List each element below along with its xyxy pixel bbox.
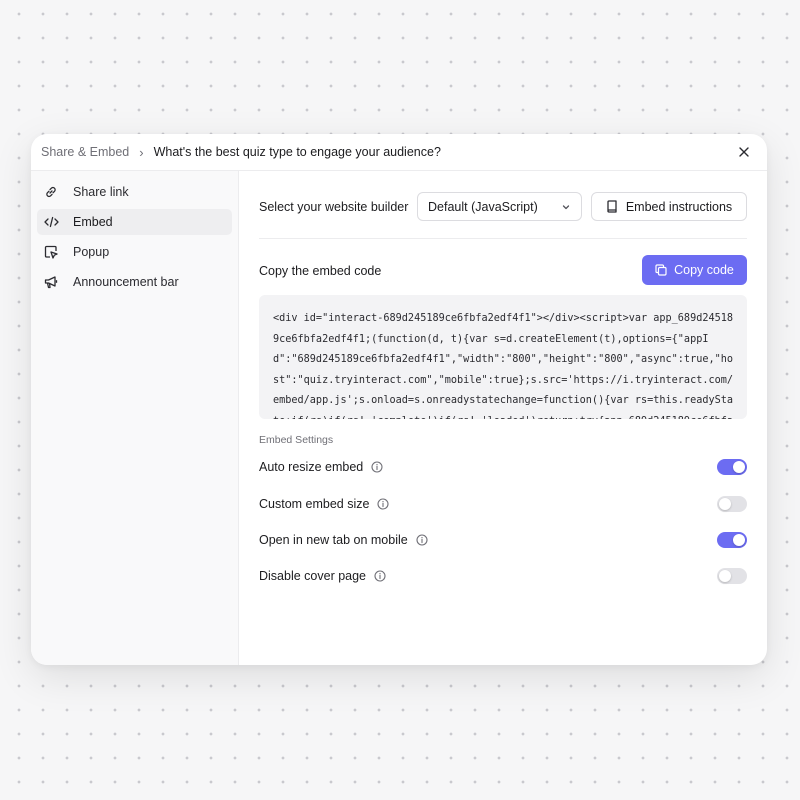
toggle-knob [719, 498, 731, 510]
setting-label: Disable cover page [259, 569, 367, 583]
link-icon [43, 184, 59, 200]
setting-disable-cover: Disable cover page [259, 566, 747, 586]
sidebar-item-share-link[interactable]: Share link [37, 179, 232, 205]
sidebar-item-label: Popup [73, 245, 110, 259]
website-builder-select[interactable]: Default (JavaScript) [417, 192, 582, 221]
breadcrumb-separator: › [139, 144, 144, 160]
share-embed-modal: Share & Embed › What's the best quiz typ… [31, 134, 767, 665]
chevron-down-icon [561, 201, 571, 215]
embed-instructions-button[interactable]: Embed instructions [591, 192, 747, 221]
book-icon [606, 200, 618, 213]
builder-label: Select your website builder [259, 199, 409, 214]
setting-custom-size: Custom embed size [259, 494, 747, 514]
embed-settings-title: Embed Settings [259, 434, 334, 446]
setting-new-tab-mobile: Open in new tab on mobile [259, 530, 747, 550]
popup-cursor-icon [43, 244, 59, 260]
sidebar-item-label: Announcement bar [73, 275, 179, 289]
embed-code-box[interactable]: <div id="interact-689d245189ce6fbfa2edf4… [259, 295, 747, 419]
modal-header: Share & Embed › What's the best quiz typ… [31, 134, 767, 171]
new-tab-mobile-toggle[interactable] [717, 532, 747, 548]
sidebar-item-announcement-bar[interactable]: Announcement bar [37, 269, 232, 295]
info-icon[interactable] [416, 534, 428, 546]
select-value: Default (JavaScript) [428, 199, 538, 214]
copy-icon [655, 264, 667, 276]
disable-cover-toggle[interactable] [717, 568, 747, 584]
toggle-knob [733, 461, 745, 473]
sidebar: Share link Embed Popup Announcement bar [31, 171, 239, 665]
embed-instructions-label: Embed instructions [625, 199, 733, 214]
auto-resize-toggle[interactable] [717, 459, 747, 475]
setting-auto-resize: Auto resize embed [259, 457, 747, 477]
setting-label: Custom embed size [259, 497, 370, 511]
setting-label: Auto resize embed [259, 460, 364, 474]
setting-label: Open in new tab on mobile [259, 533, 408, 547]
embed-code: <div id="interact-689d245189ce6fbfa2edf4… [273, 313, 734, 419]
sidebar-item-popup[interactable]: Popup [37, 239, 232, 265]
close-button[interactable] [735, 143, 753, 161]
sidebar-item-embed[interactable]: Embed [37, 209, 232, 235]
builder-row: Select your website builder Default (Jav… [259, 192, 747, 221]
copy-code-label: Copy code [674, 263, 734, 277]
sidebar-item-label: Embed [73, 215, 113, 229]
info-icon[interactable] [374, 570, 386, 582]
megaphone-icon [43, 274, 59, 290]
toggle-knob [719, 570, 731, 582]
breadcrumb-current: What's the best quiz type to engage your… [153, 145, 441, 159]
copy-row: Copy the embed code Copy code [259, 255, 747, 285]
info-icon[interactable] [377, 498, 390, 510]
divider [259, 238, 747, 239]
info-icon[interactable] [371, 461, 383, 473]
custom-size-toggle[interactable] [717, 496, 747, 512]
breadcrumb-root[interactable]: Share & Embed [41, 145, 129, 159]
toggle-knob [733, 534, 745, 546]
copy-embed-label: Copy the embed code [259, 264, 382, 278]
close-icon [739, 147, 749, 157]
embed-panel: Select your website builder Default (Jav… [259, 171, 747, 665]
copy-code-button[interactable]: Copy code [642, 255, 747, 285]
sidebar-item-label: Share link [73, 185, 129, 199]
code-icon [43, 214, 59, 230]
